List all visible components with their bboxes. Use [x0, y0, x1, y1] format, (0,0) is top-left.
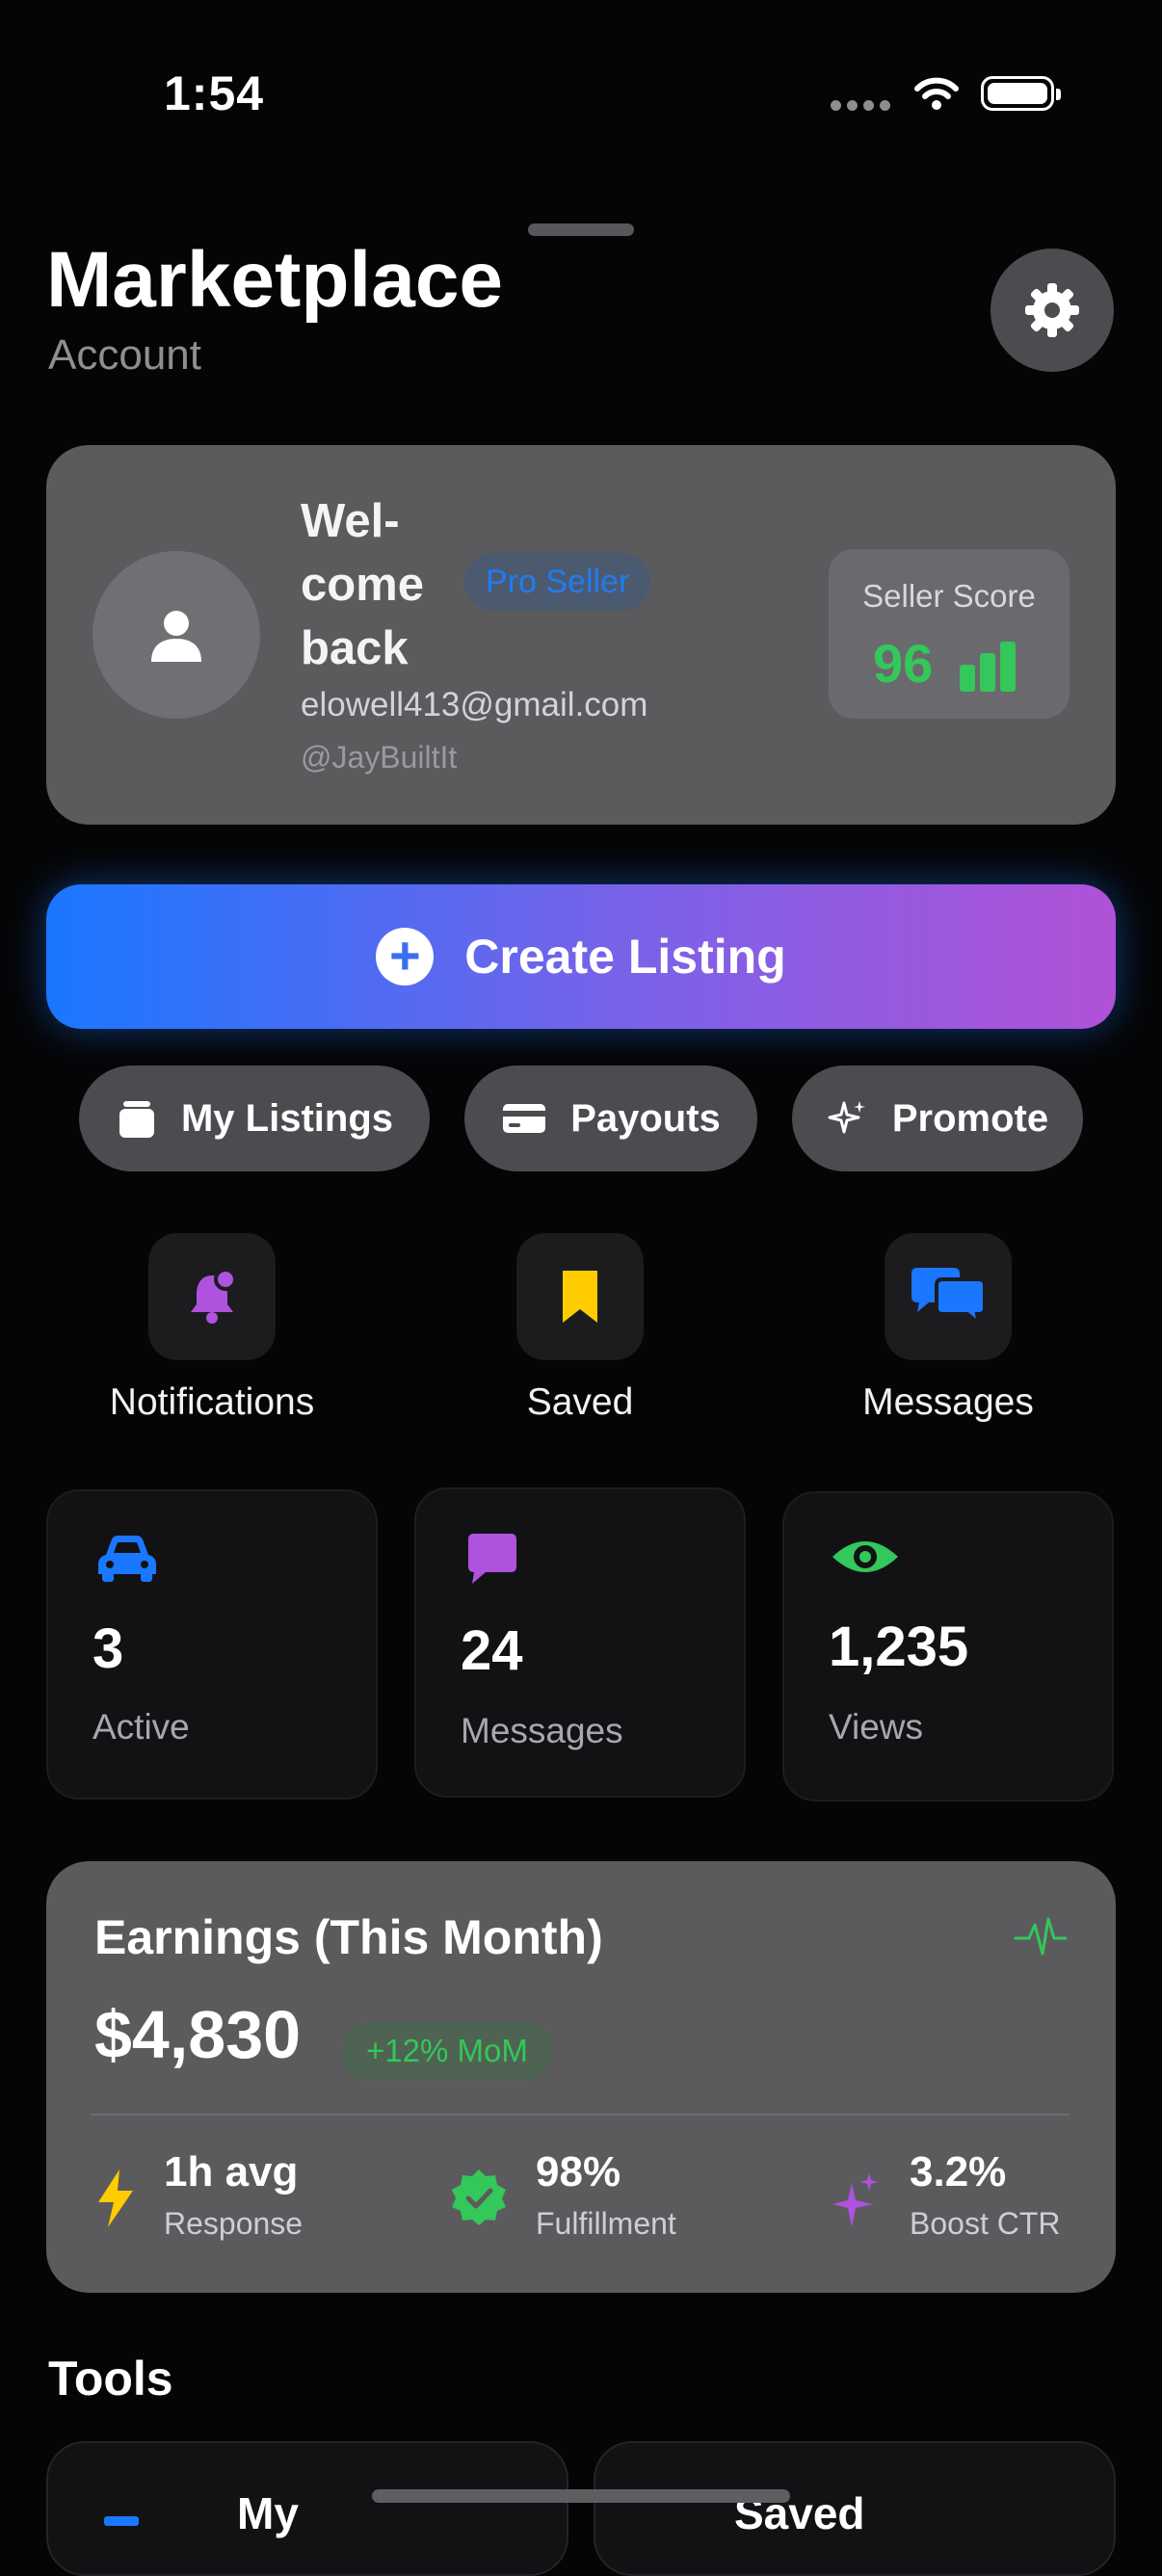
seller-score-value: 96 — [873, 633, 934, 694]
earnings-change-badge: +12% MoM — [341, 2021, 553, 2081]
saved-label: Saved — [526, 1381, 634, 1423]
payouts-button[interactable]: Payouts — [464, 1065, 757, 1171]
promote-button[interactable]: Promote — [792, 1065, 1083, 1171]
waveform-icon — [1014, 1917, 1068, 1956]
response-value: 1h avg — [164, 2148, 299, 2195]
my-listings-button[interactable]: My Listings — [79, 1065, 430, 1171]
earnings-card[interactable]: Earnings (This Month) $4,830 +12% MoM 1h… — [46, 1861, 1116, 2293]
car-icon — [98, 1536, 156, 1582]
cellular-dots-icon — [831, 100, 890, 111]
views-count: 1,235 — [829, 1616, 969, 1678]
eye-icon — [832, 1541, 898, 1572]
divider — [91, 2114, 1070, 2116]
response-label: Response — [164, 2206, 304, 2241]
list-icon — [104, 2516, 139, 2526]
my-listings-label: My Listings — [180, 1096, 394, 1140]
fulfillment-label: Fulfillment — [536, 2206, 676, 2241]
views-label: Views — [829, 1707, 924, 1747]
tool-my-label: My — [237, 2488, 299, 2538]
seller-score-label: Seller Score — [862, 578, 1036, 614]
bolt-icon — [98, 2169, 133, 2227]
user-handle: @JayBuiltIt — [301, 740, 458, 775]
messages-stat-label: Messages — [461, 1711, 623, 1750]
boost-ctr-value: 3.2% — [910, 2148, 1007, 2195]
fulfillment-value: 98% — [536, 2148, 621, 2195]
active-label: Active — [92, 1707, 190, 1747]
card-icon — [503, 1104, 546, 1133]
active-count: 3 — [92, 1617, 124, 1680]
tool-card-my[interactable] — [46, 2441, 568, 2576]
plus-circle-icon: + — [376, 928, 435, 986]
notifications-button[interactable] — [148, 1233, 276, 1360]
earnings-amount: $4,830 — [94, 1997, 302, 2072]
page-subtitle: Account — [48, 331, 201, 379]
avatar[interactable] — [92, 551, 260, 719]
page-title: Marketplace — [46, 236, 504, 324]
sparkles-icon — [828, 1101, 865, 1134]
checkmark-seal-icon — [452, 2169, 506, 2225]
earnings-title: Earnings (This Month) — [94, 1910, 603, 1964]
chat-bubbles-icon — [911, 1268, 987, 1327]
home-indicator[interactable] — [372, 2489, 790, 2503]
battery-icon — [981, 76, 1061, 111]
messages-count: 24 — [461, 1619, 523, 1682]
tools-title: Tools — [48, 2352, 173, 2405]
stat-card-views[interactable]: 1,235 Views — [782, 1491, 1114, 1801]
messages-label: Messages — [862, 1381, 1034, 1423]
sparkles-icon — [832, 2173, 878, 2227]
create-listing-button[interactable]: + Create Listing — [46, 884, 1116, 1029]
bookmark-icon — [563, 1271, 597, 1323]
sheet-grabber[interactable] — [528, 223, 634, 236]
create-listing-label: Create Listing — [464, 930, 786, 984]
saved-button[interactable] — [516, 1233, 644, 1360]
bell-badge-icon — [191, 1268, 237, 1324]
seller-score-box[interactable]: Seller Score 96 — [829, 549, 1070, 719]
message-icon — [468, 1534, 516, 1584]
stack-icon — [119, 1101, 154, 1138]
settings-button[interactable] — [990, 249, 1114, 372]
stat-card-messages[interactable]: 24 Messages — [414, 1487, 746, 1798]
promote-label: Promote — [891, 1096, 1049, 1140]
wifi-icon — [914, 77, 959, 110]
messages-button[interactable] — [885, 1233, 1012, 1360]
gear-icon — [1025, 283, 1079, 337]
user-email: elowell413@gmail.com — [301, 686, 648, 723]
welcome-text: Wel- come back — [301, 495, 425, 674]
chart-bar-icon — [960, 642, 1016, 692]
person-icon — [151, 611, 201, 662]
payouts-label: Payouts — [570, 1096, 721, 1140]
stat-card-active[interactable]: 3 Active — [46, 1489, 378, 1800]
pro-seller-badge: Pro Seller — [464, 553, 651, 611]
notifications-label: Notifications — [109, 1381, 315, 1423]
status-time: 1:54 — [164, 66, 265, 120]
boost-ctr-label: Boost CTR — [910, 2206, 1061, 2241]
